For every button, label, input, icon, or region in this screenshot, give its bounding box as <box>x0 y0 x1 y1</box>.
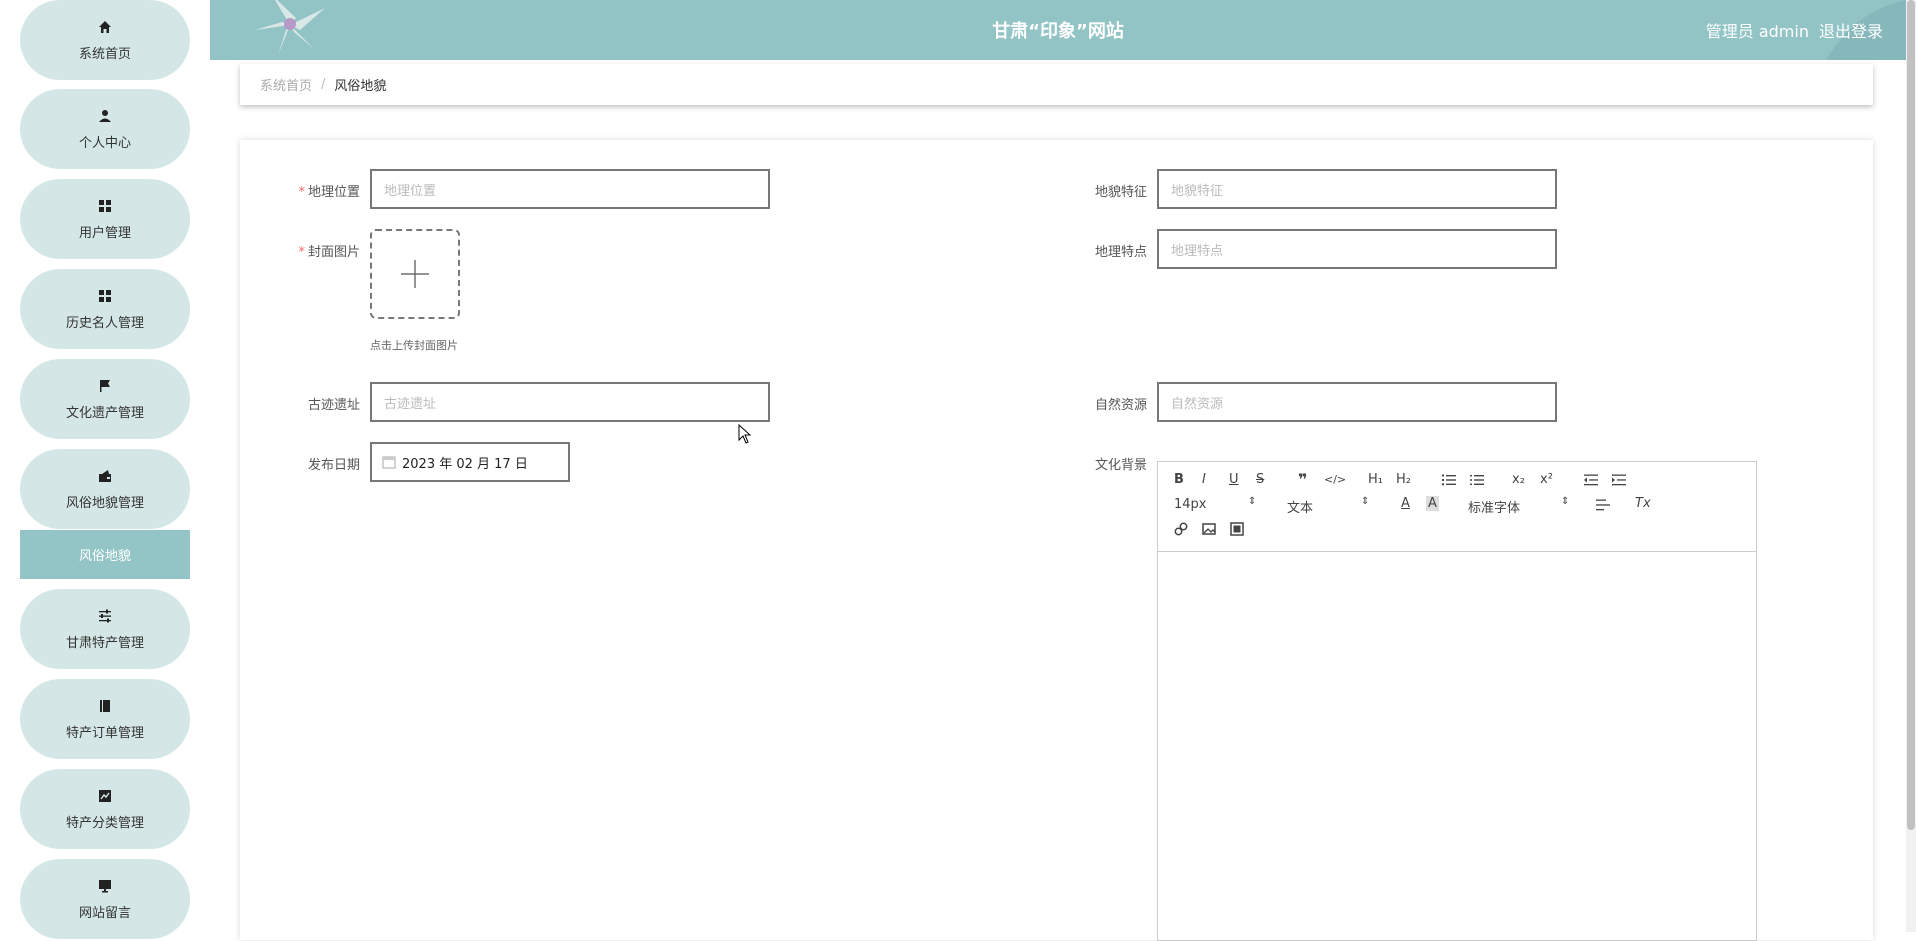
nav-label: 历史名人管理 <box>65 315 144 331</box>
grid-icon <box>97 198 113 214</box>
image-icon[interactable] <box>1202 522 1216 536</box>
nav-item-messages[interactable]: 网站留言 <box>20 859 190 939</box>
nav-item-profile[interactable]: 个人中心 <box>20 89 190 169</box>
italic-button[interactable]: I <box>1202 472 1206 487</box>
font-size-arrows-icon: ⇕ <box>1248 496 1257 507</box>
nav-item-specialties[interactable]: 甘肃特产管理 <box>20 589 190 669</box>
ruins-label: 古迹遗址 <box>307 398 360 413</box>
blockquote-button[interactable]: ❞ <box>1298 470 1307 489</box>
nav-label: 用户管理 <box>78 225 131 241</box>
scrollbar[interactable] <box>1906 0 1916 932</box>
date-value: 2023 年 02 月 17 日 <box>402 456 528 472</box>
nav-label: 特产订单管理 <box>65 725 144 741</box>
subscript-button[interactable]: x₂ <box>1512 472 1525 487</box>
flag-icon <box>97 378 113 394</box>
font-family-select[interactable]: 标准字体 <box>1468 497 1520 516</box>
nav-label: 风俗地貌管理 <box>65 495 144 511</box>
align-icon[interactable] <box>1596 499 1610 511</box>
link-icon[interactable] <box>1174 522 1188 536</box>
editor-toolbar: B I U S ❞ </> H₁ H₂ x₂ x² 14px ⇕ 文本 ⇕ A … <box>1158 462 1756 552</box>
ruins-input[interactable]: 古迹遗址 <box>370 382 770 422</box>
date-picker[interactable]: 2023 年 02 月 17 日 <box>370 442 570 482</box>
wallet-icon <box>97 468 113 484</box>
home-icon <box>97 19 113 35</box>
nav-label: 特产分类管理 <box>65 815 144 831</box>
geo-features-label: 地理特点 <box>1094 245 1147 260</box>
chart-icon <box>97 788 113 804</box>
cover-label: * 封面图片 <box>298 245 360 260</box>
landform-label: 地貌特征 <box>1094 185 1147 200</box>
superscript-button[interactable]: x² <box>1540 472 1553 487</box>
bullet-list-icon[interactable] <box>1470 474 1484 486</box>
plus-icon <box>401 260 429 288</box>
logout-link[interactable]: 退出登录 <box>1819 22 1883 41</box>
font-family-arrows-icon: ⇕ <box>1561 496 1570 507</box>
code-button[interactable]: </> <box>1324 473 1346 486</box>
calendar-icon <box>382 456 396 469</box>
nav-label: 文化遗产管理 <box>65 405 144 421</box>
nav-item-heritage[interactable]: 文化遗产管理 <box>20 359 190 439</box>
nav-item-categories[interactable]: 特产分类管理 <box>20 769 190 849</box>
nav-item-celebrities[interactable]: 历史名人管理 <box>20 269 190 349</box>
h1-button[interactable]: H₁ <box>1368 472 1383 487</box>
paragraph-arrows-icon: ⇕ <box>1361 496 1370 507</box>
culture-label: 文化背景 <box>1094 458 1147 473</box>
required-mark: * <box>298 185 305 200</box>
upload-tip: 点击上传封面图片 <box>370 339 458 352</box>
grid-icon <box>97 288 113 304</box>
bold-button[interactable]: B <box>1174 472 1184 487</box>
nav-item-customs[interactable]: 风俗地貌管理 <box>20 449 190 529</box>
font-color-button[interactable]: A <box>1401 496 1410 511</box>
breadcrumb-home[interactable]: 系统首页 <box>260 75 312 94</box>
nav-label: 个人中心 <box>78 135 131 151</box>
clear-format-button[interactable]: Tx <box>1635 496 1651 511</box>
nav-item-users[interactable]: 用户管理 <box>20 179 190 259</box>
location-label: * 地理位置 <box>298 185 360 200</box>
video-icon[interactable] <box>1230 522 1244 536</box>
sidebar: 系统首页 个人中心 用户管理 历史名人管理 文化遗产管理 风俗地貌管理 风俗地貌 <box>0 0 210 939</box>
paragraph-select[interactable]: 文本 <box>1287 497 1313 516</box>
nav-item-home[interactable]: 系统首页 <box>20 0 190 80</box>
cover-upload[interactable] <box>370 229 460 319</box>
nav-item-orders[interactable]: 特产订单管理 <box>20 679 190 759</box>
font-size-select[interactable]: 14px <box>1174 497 1207 512</box>
book-icon <box>97 698 113 714</box>
date-label: 发布日期 <box>307 458 360 473</box>
rich-text-editor: B I U S ❞ </> H₁ H₂ x₂ x² 14px ⇕ 文本 ⇕ A … <box>1157 461 1757 941</box>
monitor-icon <box>97 878 113 894</box>
breadcrumb-separator: / <box>321 77 326 92</box>
resources-input[interactable]: 自然资源 <box>1157 382 1557 422</box>
nav-label: 系统首页 <box>78 46 131 62</box>
header: 甘肃“印象”网站 管理员 admin 退出登录 <box>210 0 1906 60</box>
required-mark: * <box>298 245 305 260</box>
sliders-icon <box>97 608 113 624</box>
ordered-list-icon[interactable] <box>1442 474 1456 486</box>
background-color-button[interactable]: A <box>1426 496 1439 511</box>
mouse-cursor-icon <box>738 424 752 444</box>
h2-button[interactable]: H₂ <box>1396 472 1411 487</box>
resources-label: 自然资源 <box>1094 398 1147 413</box>
landform-input[interactable]: 地貌特征 <box>1157 169 1557 209</box>
breadcrumb: 系统首页 / 风俗地貌 <box>240 64 1873 105</box>
user-icon <box>97 108 113 124</box>
nav-label: 网站留言 <box>78 905 131 921</box>
scrollbar-thumb[interactable] <box>1907 0 1915 830</box>
breadcrumb-current: 风俗地貌 <box>334 79 387 94</box>
strike-button[interactable]: S <box>1256 472 1264 487</box>
location-input[interactable]: 地理位置 <box>370 169 770 209</box>
underline-button[interactable]: U <box>1229 472 1239 487</box>
indent-icon[interactable] <box>1612 474 1626 486</box>
user-name: 管理员 admin <box>1705 22 1809 41</box>
outdent-icon[interactable] <box>1584 474 1598 486</box>
sidebar-subitem-customs[interactable]: 风俗地貌 <box>20 530 190 579</box>
geo-features-input[interactable]: 地理特点 <box>1157 229 1557 269</box>
user-area: 管理员 admin 退出登录 <box>1696 18 1883 42</box>
nav-label: 甘肃特产管理 <box>65 635 144 651</box>
site-title: 甘肃“印象”网站 <box>992 21 1124 42</box>
